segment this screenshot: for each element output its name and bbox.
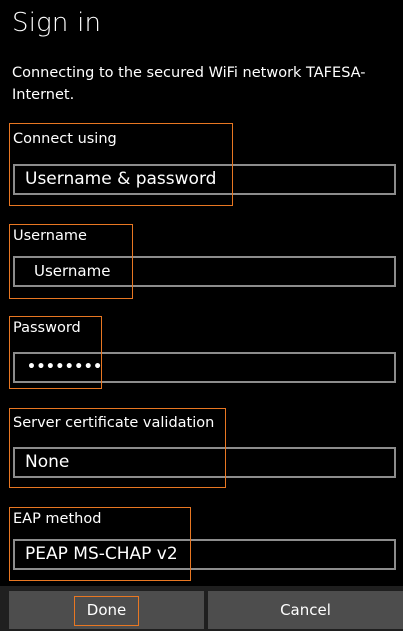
eap-method-select[interactable]: PEAP MS-CHAP v2 (13, 539, 396, 570)
server-cert-value: None (25, 452, 70, 472)
connect-using-label: Connect using (13, 131, 117, 147)
password-label: Password (13, 320, 81, 336)
server-cert-label: Server certificate validation (13, 415, 215, 431)
app-bar: Done Cancel (0, 586, 403, 631)
eap-method-value: PEAP MS-CHAP v2 (25, 544, 178, 564)
eap-method-label: EAP method (13, 511, 102, 527)
username-label: Username (13, 228, 87, 244)
server-cert-select[interactable]: None (13, 447, 396, 478)
done-button-label: Done (86, 601, 127, 619)
username-input[interactable]: Username (13, 256, 396, 287)
connect-using-select[interactable]: Username & password (13, 164, 396, 195)
cancel-button[interactable]: Cancel (208, 591, 403, 629)
password-value: •••••••• (27, 359, 103, 375)
cancel-button-label: Cancel (280, 601, 331, 619)
network-description: Connecting to the secured WiFi network T… (12, 65, 366, 103)
page-title: Sign in (12, 8, 102, 38)
password-input[interactable]: •••••••• (13, 352, 396, 383)
username-value: Username (34, 262, 111, 280)
connect-using-value: Username & password (25, 169, 217, 189)
done-button[interactable]: Done (9, 591, 204, 629)
